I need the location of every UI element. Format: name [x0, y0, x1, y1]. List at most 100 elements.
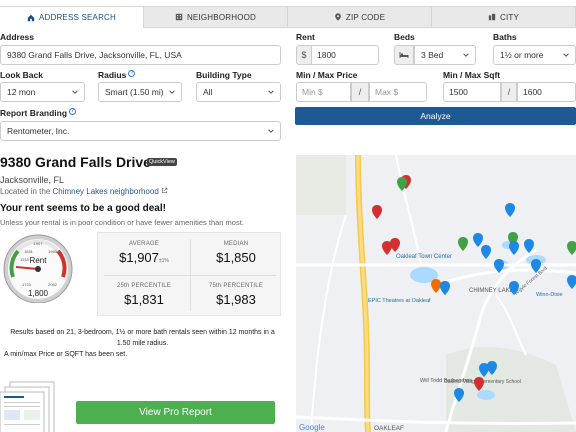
- tab-zip-code[interactable]: ZIP CODE: [288, 6, 432, 28]
- stat-value: $1,983: [216, 292, 256, 307]
- baths-value: 1½ or more: [500, 50, 544, 60]
- stat-label: AVERAGE: [129, 241, 159, 247]
- property-title: 9380 Grand Falls Drive: [0, 154, 151, 170]
- rent-input[interactable]: 1800: [311, 45, 379, 65]
- rent-label: Rent: [296, 32, 315, 42]
- stat-average: AVERAGE $1,907±1%: [98, 233, 190, 275]
- stat-value: $1,831: [124, 292, 164, 307]
- branding-label-text: Report Branding: [0, 108, 68, 118]
- radius-label: Radius?: [98, 70, 136, 80]
- tab-city[interactable]: CITY: [432, 6, 576, 28]
- info-icon[interactable]: ?: [69, 108, 77, 115]
- rent-gauge: Rent 1,800 1515 1907 2062 1723 1831 1983: [3, 234, 73, 303]
- radius-select[interactable]: Smart (1.50 mi): [98, 82, 182, 102]
- address-label: Address: [0, 32, 35, 42]
- max-sqft-input[interactable]: 1600: [517, 82, 576, 102]
- sqft-label: Min / Max Sqft: [443, 70, 501, 80]
- lookback-select[interactable]: 12 mon: [0, 82, 85, 102]
- map-pin-icon: [335, 13, 341, 21]
- building-icon: [175, 13, 183, 21]
- map-canvas[interactable]: Oakleaf Town Center EPIC Theatres at Oak…: [296, 155, 576, 432]
- chevron-down-icon: [72, 90, 78, 94]
- min-sqft-input[interactable]: 1500: [443, 82, 501, 102]
- view-pro-report-button[interactable]: View Pro Report: [76, 401, 275, 424]
- neighborhood-link[interactable]: Chimney Lakes neighborhood: [52, 187, 158, 196]
- chevron-down-icon: [563, 53, 569, 57]
- stat-25th-percentile: 25th PERCENTILE $1,831: [98, 275, 190, 317]
- price-separator: /: [351, 82, 369, 102]
- tab-label: CITY: [499, 12, 520, 22]
- rent-value: 1800: [317, 50, 336, 60]
- address-value: 9380 Grand Falls Drive, Jacksonville, FL…: [7, 50, 182, 60]
- beds-label: Beds: [394, 32, 415, 42]
- pro-report-thumbnail: [0, 381, 55, 432]
- map-label: Winn-Dixie: [536, 292, 563, 298]
- chevron-down-icon: [268, 129, 274, 133]
- property-city: Jacksonville, FL: [0, 175, 65, 185]
- results-line: 1.50 mile radius.: [116, 340, 169, 347]
- average-value: $1,907: [119, 250, 159, 265]
- verdict-subtext: Unless your rental is in poor condition …: [0, 218, 244, 227]
- branding-label: Report Branding?: [0, 108, 77, 118]
- results-line: Results based on 21, 3-bedroom, 1½ or mo…: [10, 329, 275, 336]
- radius-label-text: Radius: [98, 70, 127, 80]
- gauge-tick: 1831: [24, 249, 34, 254]
- min-price-input[interactable]: Min $: [296, 82, 351, 102]
- rentals-map[interactable]: Oakleaf Town Center EPIC Theatres at Oak…: [296, 155, 576, 432]
- tab-label: NEIGHBORHOOD: [186, 12, 257, 22]
- max-price-input[interactable]: Max $: [369, 82, 427, 102]
- beds-select[interactable]: 3 Bed: [414, 45, 476, 65]
- info-icon[interactable]: ?: [128, 70, 136, 77]
- max-sqft-value: 1600: [523, 87, 542, 97]
- address-input[interactable]: 9380 Grand Falls Drive, Jacksonville, FL…: [0, 45, 281, 65]
- branding-select[interactable]: Rentometer, Inc.: [0, 121, 281, 141]
- city-icon: [488, 13, 496, 21]
- sqft-separator: /: [501, 82, 517, 102]
- chevron-down-icon: [268, 90, 274, 94]
- stat-value: $1,907±1%: [98, 250, 190, 265]
- tab-neighborhood[interactable]: NEIGHBORHOOD: [144, 6, 288, 28]
- analyze-button[interactable]: Analyze: [295, 107, 576, 125]
- average-margin: ±1%: [158, 258, 169, 264]
- beds-value: 3 Bed: [421, 50, 444, 60]
- branding-value: Rentometer, Inc.: [7, 126, 70, 136]
- gauge-tick: 1907: [34, 241, 44, 246]
- chevron-down-icon: [463, 53, 469, 57]
- stat-label: MEDIAN: [223, 241, 249, 247]
- gauge-value: 1,800: [28, 289, 49, 298]
- building-type-select[interactable]: All: [196, 82, 281, 102]
- verdict-heading: Your rent seems to be a good deal!: [0, 203, 166, 214]
- chevron-down-icon: [169, 90, 175, 94]
- baths-select[interactable]: 1½ or more: [493, 45, 576, 65]
- price-label: Min / Max Price: [296, 70, 358, 80]
- gauge-label: Rent: [30, 256, 48, 265]
- stats-panel: AVERAGE $1,907±1% MEDIAN $1,850 25th PER…: [97, 232, 281, 316]
- stat-75th-percentile: 75th PERCENTILE $1,983: [190, 275, 282, 317]
- results-summary: Results based on 21, 3-bedroom, 1½ or mo…: [0, 327, 285, 360]
- results-line: A min/max Price or SQFT has been set.: [4, 351, 128, 358]
- neighborhood-line: Located in the Chimney Lakes neighborhoo…: [0, 187, 168, 196]
- map-label: Will Todd Barbershop: [420, 378, 472, 384]
- gauge-tick: 2062: [48, 282, 58, 287]
- lookback-label: Look Back: [0, 70, 43, 80]
- external-link-icon[interactable]: [161, 187, 168, 194]
- tab-label: ADDRESS SEARCH: [38, 13, 117, 22]
- search-tabs: ADDRESS SEARCH NEIGHBORHOOD ZIP CODE CIT…: [0, 6, 576, 28]
- stat-median: MEDIAN $1,850: [190, 233, 282, 275]
- map-label: OAKLEAF: [374, 425, 404, 432]
- bed-icon: [394, 45, 414, 65]
- gauge-tick: 1723: [22, 282, 32, 287]
- building-type-label: Building Type: [196, 70, 252, 80]
- map-label: Oakleaf Town Center: [396, 254, 452, 260]
- tab-label: ZIP CODE: [345, 12, 386, 22]
- map-label: EPIC Theatres at Oakleaf: [368, 298, 431, 304]
- gauge-tick: 1515: [20, 257, 30, 262]
- radius-value: Smart (1.50 mi): [105, 87, 164, 97]
- min-sqft-value: 1500: [449, 87, 468, 97]
- tab-address-search[interactable]: ADDRESS SEARCH: [0, 6, 144, 28]
- gauge-tick: 1983: [48, 249, 58, 254]
- quickview-badge: QuickView: [147, 158, 177, 166]
- max-price-placeholder: Max $: [375, 87, 399, 97]
- located-prefix: Located in the: [0, 187, 53, 196]
- lookback-value: 12 mon: [7, 87, 36, 97]
